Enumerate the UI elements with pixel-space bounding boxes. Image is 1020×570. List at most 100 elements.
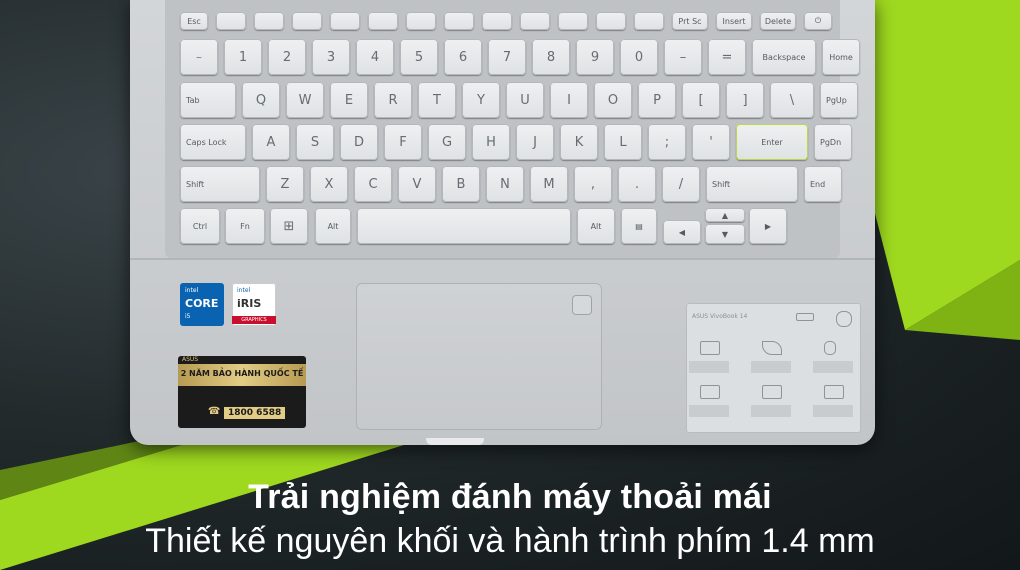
key-a-row-9-l[interactable]: L	[604, 124, 642, 160]
key-a-row-4-f[interactable]: F	[384, 124, 422, 160]
key-bottom-row-10-symbol[interactable]: ▶	[749, 208, 787, 244]
key-a-row-10-symbol[interactable]: ;	[648, 124, 686, 160]
key-q-row-5-t[interactable]: T	[418, 82, 456, 118]
key-q-row-4-r[interactable]: R	[374, 82, 412, 118]
key-bottom-row-4-blank[interactable]	[357, 208, 571, 244]
key-fn-row-14-insert[interactable]: Insert	[716, 12, 752, 30]
key-bottom-row-3-alt[interactable]: Alt	[315, 208, 351, 244]
key-fn-row-16-symbol[interactable]: ⏻	[804, 12, 832, 30]
key-num-row-13-backspace[interactable]: Backspace	[752, 39, 816, 75]
key-num-row-11-symbol[interactable]: –	[664, 39, 702, 75]
key-num-row-0-symbol[interactable]: ~	[180, 39, 218, 75]
key-z-row-7-m[interactable]: M	[530, 166, 568, 202]
intel-core-text: CORE	[185, 297, 219, 310]
key-bottom-row-8-symbol[interactable]: ▲	[705, 208, 745, 222]
key-z-row-9-symbol[interactable]: .	[618, 166, 656, 202]
key-z-row-6-n[interactable]: N	[486, 166, 524, 202]
key-z-row-3-c[interactable]: C	[354, 166, 392, 202]
key-q-row-3-e[interactable]: E	[330, 82, 368, 118]
key-num-row-10-0[interactable]: 0	[620, 39, 658, 75]
key-z-row-0-shift[interactable]: Shift	[180, 166, 260, 202]
key-a-row-13-pgdn[interactable]: PgDn	[814, 124, 852, 160]
key-q-row-14-pgup[interactable]: PgUp	[820, 82, 858, 118]
certification-icon	[836, 311, 852, 327]
key-fn-row-2-blank[interactable]	[254, 12, 284, 30]
touchpad[interactable]	[356, 283, 602, 430]
key-bottom-row-6-symbol[interactable]: ▤	[621, 208, 657, 244]
key-fn-row-8-blank[interactable]	[482, 12, 512, 30]
key-q-row-11-symbol[interactable]: [	[682, 82, 720, 118]
key-fn-row-1-blank[interactable]	[216, 12, 246, 30]
key-bottom-row-2-symbol[interactable]: ⊞	[270, 208, 308, 244]
key-z-row-11-shift[interactable]: Shift	[706, 166, 798, 202]
key-a-row-1-a[interactable]: A	[252, 124, 290, 160]
keyboard-deck: Esc Prt Sc Insert Delete ⏻ ~1 2 3 4 5 6 7 8 9 0– = Backs…	[165, 0, 860, 258]
key-a-row-2-s[interactable]: S	[296, 124, 334, 160]
key-num-row-14-home[interactable]: Home	[822, 39, 860, 75]
key-z-row-5-b[interactable]: B	[442, 166, 480, 202]
key-bottom-row-0-ctrl[interactable]: Ctrl	[180, 208, 220, 244]
key-fn-row-10-blank[interactable]	[558, 12, 588, 30]
key-q-row-6-y[interactable]: Y	[462, 82, 500, 118]
key-z-row-8-symbol[interactable]: ,	[574, 166, 612, 202]
key-a-row-6-h[interactable]: H	[472, 124, 510, 160]
key-a-row-0-caps-lock[interactable]: Caps Lock	[180, 124, 246, 160]
key-fn-row-3-blank[interactable]	[292, 12, 322, 30]
key-q-row-8-i[interactable]: I	[550, 82, 588, 118]
key-num-row-9-9[interactable]: 9	[576, 39, 614, 75]
key-bottom-row-9-symbol[interactable]: ▼	[705, 224, 745, 244]
intel-brand-text: intel	[185, 287, 199, 294]
key-q-row-12-symbol[interactable]: ]	[726, 82, 764, 118]
laptop-body: Esc Prt Sc Insert Delete ⏻ ~1 2 3 4 5 6 7 8 9 0– = Backs…	[130, 0, 875, 445]
deck-edge	[130, 258, 875, 260]
key-fn-row-4-blank[interactable]	[330, 12, 360, 30]
key-q-row-13-symbol[interactable]: \	[770, 82, 814, 118]
key-bottom-row-1-fn[interactable]: Fn	[225, 208, 265, 244]
key-bottom-row-5-alt[interactable]: Alt	[577, 208, 615, 244]
key-fn-row-6-blank[interactable]	[406, 12, 436, 30]
subline: Thiết kế nguyên khối và hành trình phím …	[145, 522, 875, 560]
key-fn-row-11-blank[interactable]	[596, 12, 626, 30]
key-q-row-0-tab[interactable]: Tab	[180, 82, 236, 118]
key-fn-row-15-delete[interactable]: Delete	[760, 12, 796, 30]
key-fn-row-7-blank[interactable]	[444, 12, 474, 30]
key-z-row-12-end[interactable]: End	[804, 166, 842, 202]
key-bottom-row-7-symbol[interactable]: ◀	[663, 220, 701, 244]
key-a-row-5-g[interactable]: G	[428, 124, 466, 160]
key-a-row-3-d[interactable]: D	[340, 124, 378, 160]
key-num-row-5-5[interactable]: 5	[400, 39, 438, 75]
key-fn-row-9-blank[interactable]	[520, 12, 550, 30]
warranty-sticker: ASUS 2 NĂM BẢO HÀNH QUỐC TẾ ☎ 1800 6588	[178, 356, 306, 428]
key-z-row-1-z[interactable]: Z	[266, 166, 304, 202]
key-num-row-4-4[interactable]: 4	[356, 39, 394, 75]
key-num-row-3-3[interactable]: 3	[312, 39, 350, 75]
key-fn-row-5-blank[interactable]	[368, 12, 398, 30]
intel-tier-text: i5	[185, 313, 191, 320]
key-q-row-9-o[interactable]: O	[594, 82, 632, 118]
key-num-row-1-1[interactable]: 1	[224, 39, 262, 75]
key-z-row-4-v[interactable]: V	[398, 166, 436, 202]
microphone-icon	[824, 341, 836, 355]
spec-caption	[689, 361, 729, 373]
key-a-row-12-enter[interactable]: Enter	[736, 124, 808, 160]
warranty-banner: 2 NĂM BẢO HÀNH QUỐC TẾ	[178, 364, 306, 386]
key-num-row-2-2[interactable]: 2	[268, 39, 306, 75]
key-q-row-7-u[interactable]: U	[506, 82, 544, 118]
key-z-row-2-x[interactable]: X	[310, 166, 348, 202]
key-fn-row-0-esc[interactable]: Esc	[180, 12, 208, 30]
key-fn-row-13-prt-sc[interactable]: Prt Sc	[672, 12, 708, 30]
key-a-row-11-symbol[interactable]: '	[692, 124, 730, 160]
key-num-row-6-6[interactable]: 6	[444, 39, 482, 75]
fingerprint-sensor[interactable]	[572, 295, 592, 315]
key-q-row-1-q[interactable]: Q	[242, 82, 280, 118]
key-num-row-12-symbol[interactable]: =	[708, 39, 746, 75]
key-num-row-8-8[interactable]: 8	[532, 39, 570, 75]
key-fn-row-12-blank[interactable]	[634, 12, 664, 30]
key-q-row-2-w[interactable]: W	[286, 82, 324, 118]
key-z-row-10-symbol[interactable]: /	[662, 166, 700, 202]
key-a-row-7-j[interactable]: J	[516, 124, 554, 160]
key-a-row-8-k[interactable]: K	[560, 124, 598, 160]
key-q-row-10-p[interactable]: P	[638, 82, 676, 118]
key-num-row-7-7[interactable]: 7	[488, 39, 526, 75]
intel-brand-text: intel	[237, 287, 251, 294]
